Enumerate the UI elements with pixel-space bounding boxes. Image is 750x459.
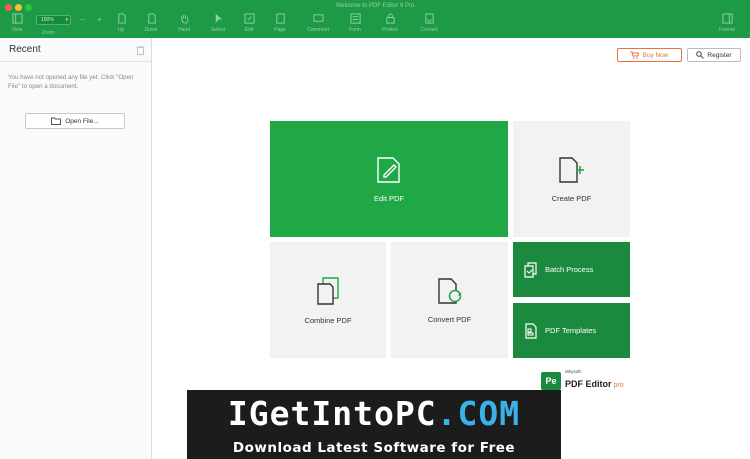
buy-now-button[interactable]: Buy Now: [617, 48, 682, 62]
recent-sidebar: Recent You have not opened any file yet.…: [0, 38, 152, 459]
edit-icon: [243, 13, 255, 24]
select-tool-button[interactable]: Select: [201, 13, 235, 33]
view-button[interactable]: View: [0, 13, 34, 33]
hand-icon: [180, 14, 189, 24]
register-button[interactable]: Register: [687, 48, 741, 62]
edit-pdf-tile[interactable]: Edit PDF: [270, 121, 508, 237]
edit-label: Edit: [244, 27, 254, 33]
batch-process-icon: [524, 261, 537, 278]
edition-label: pro: [613, 382, 624, 389]
format-panel-icon: [721, 13, 733, 24]
chevron-down-icon: ▾: [65, 17, 68, 23]
open-file-label: Open File...: [65, 117, 99, 125]
create-pdf-tile[interactable]: Create PDF: [513, 121, 630, 237]
up-button[interactable]: Up: [104, 13, 138, 33]
combine-pdf-icon: [317, 276, 339, 305]
product-logo: Pe iSkysoft PDF Editor pro: [541, 369, 624, 392]
down-button[interactable]: Down: [134, 13, 168, 33]
batch-process-label: Batch Process: [545, 265, 594, 274]
form-label: Form: [349, 27, 361, 33]
convert-icon: [424, 13, 434, 24]
main-toolbar: Welcome to PDF Editor 6 Pro View 100% ▾ …: [0, 0, 750, 38]
form-button[interactable]: Form: [338, 13, 372, 33]
zoom-value: 100%: [41, 17, 54, 23]
form-icon: [349, 13, 361, 24]
format-button[interactable]: Format: [710, 13, 744, 33]
hand-label: Hand: [178, 27, 190, 33]
zoom-in-button[interactable]: +: [97, 15, 102, 24]
logo-mark: Pe: [541, 371, 561, 390]
folder-icon: [51, 117, 62, 125]
comment-label: Comment: [307, 27, 329, 33]
up-label: Up: [117, 27, 125, 33]
create-pdf-label: Create PDF: [551, 193, 592, 203]
product-name: PDF Editor: [565, 379, 612, 389]
open-file-button[interactable]: Open File...: [25, 113, 125, 129]
search-key-icon: [696, 51, 705, 59]
convert-pdf-tile[interactable]: Convert PDF: [391, 242, 508, 358]
comment-button[interactable]: Comment: [301, 13, 335, 33]
logo-text: iSkysoft PDF Editor pro: [565, 369, 624, 392]
empty-recent-message: You have not opened any file yet. Click …: [8, 74, 134, 90]
window-title: Welcome to PDF Editor 6 Pro: [335, 3, 415, 9]
page-button[interactable]: Page: [263, 13, 297, 33]
sidebar-header: Recent: [0, 38, 151, 62]
trash-icon[interactable]: [136, 45, 145, 55]
combine-pdf-tile[interactable]: Combine PDF: [270, 242, 386, 358]
convert-label: Convert: [420, 27, 438, 33]
create-pdf-icon: [558, 156, 584, 183]
select-label: Select: [211, 27, 225, 33]
protect-label: Protect: [382, 27, 398, 33]
hand-tool-button[interactable]: Hand: [167, 13, 201, 33]
page-label: Page: [274, 27, 286, 33]
watermark-tagline: Download Latest Software for Free: [187, 436, 561, 459]
zoom-select[interactable]: 100% ▾: [36, 15, 71, 25]
convert-pdf-icon: [437, 277, 462, 304]
cart-icon: [630, 51, 640, 59]
comment-icon: [312, 14, 324, 22]
pdf-templates-tile[interactable]: PDF Templates: [513, 303, 630, 358]
convert-pdf-label: Convert PDF: [427, 314, 472, 324]
convert-button[interactable]: Convert: [412, 13, 446, 33]
sidebar-icon: [11, 13, 23, 24]
page-down-icon: [147, 13, 156, 24]
zoom-label: Zoom: [42, 30, 55, 36]
watermark-headline: IGetIntoPC: [227, 393, 437, 433]
edit-pdf-icon: [377, 156, 400, 183]
edit-pdf-label: Edit PDF: [373, 193, 404, 203]
pdf-templates-label: PDF Templates: [545, 326, 597, 335]
recent-title: Recent: [9, 44, 41, 55]
protect-button[interactable]: Protect: [373, 13, 407, 33]
zoom-out-button[interactable]: −: [80, 15, 85, 24]
format-label: Format: [719, 27, 735, 33]
page-icon: [275, 13, 285, 24]
combine-pdf-label: Combine PDF: [304, 315, 352, 325]
pdf-templates-icon: [525, 322, 537, 339]
buy-now-label: Buy Now: [642, 51, 669, 59]
view-label: View: [11, 27, 23, 33]
lock-icon: [385, 13, 395, 24]
cursor-icon: [215, 13, 222, 24]
batch-process-tile[interactable]: Batch Process: [513, 242, 630, 297]
watermark-domain: .COM: [436, 393, 521, 433]
company-name: iSkysoft: [565, 369, 581, 374]
down-label: Down: [144, 27, 158, 33]
watermark-banner: IGetIntoPC .COM: [187, 390, 561, 436]
page-up-icon: [117, 13, 126, 24]
edit-button[interactable]: Edit: [232, 13, 266, 33]
register-label: Register: [707, 51, 732, 59]
